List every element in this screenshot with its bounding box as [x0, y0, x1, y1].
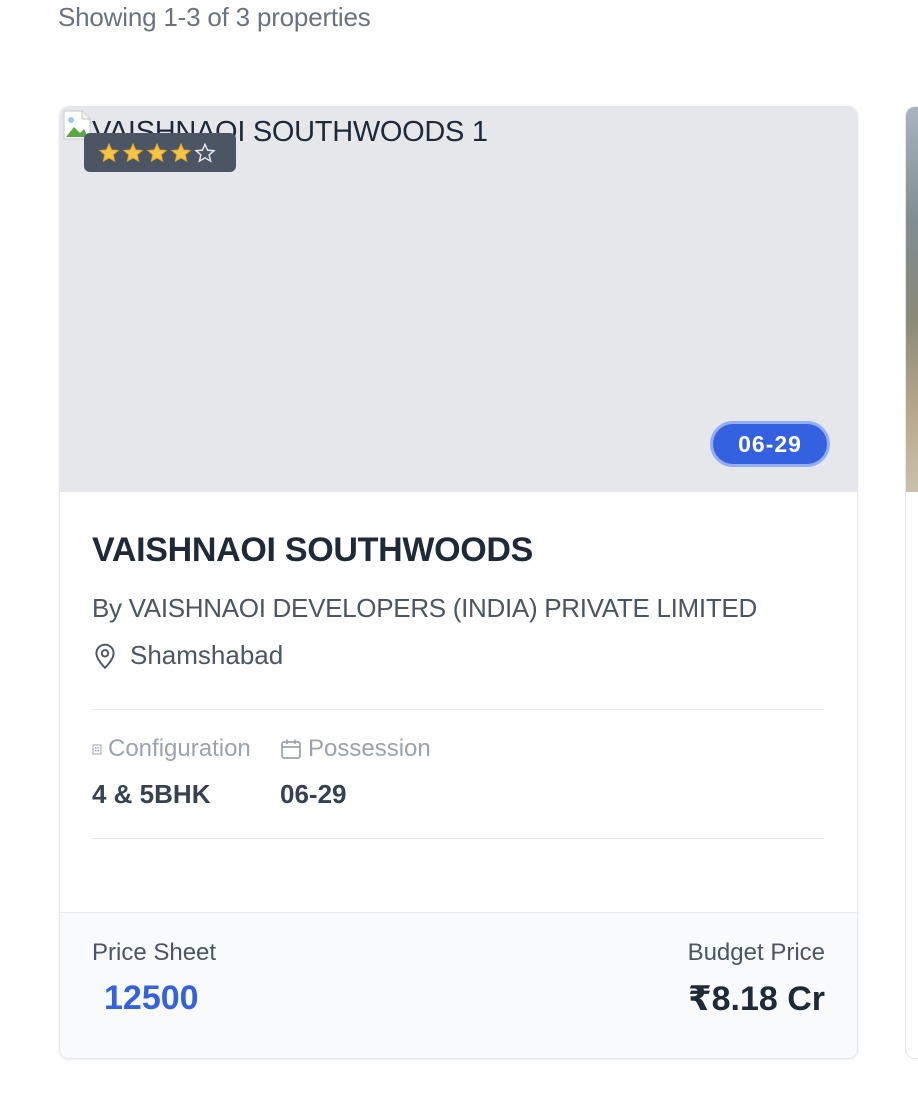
price-sheet-label: Price Sheet [92, 939, 217, 966]
calendar-icon [281, 739, 301, 759]
property-card-next[interactable] [905, 106, 918, 1059]
star-filled-icon [170, 142, 192, 162]
configuration-value: 4 & 5BHK [92, 779, 211, 809]
building-icon [92, 744, 102, 755]
results-count: Showing 1-3 of 3 properties [58, 2, 371, 32]
budget-price-value: ₹8.18 Cr [687, 980, 825, 1018]
configuration-label-group: Configuration [92, 735, 251, 763]
location-text: Shamshabad [130, 640, 284, 670]
developer-name: By VAISHNAOI DEVELOPERS (INDIA) PRIVATE … [92, 593, 757, 623]
budget-price-label: Budget Price [687, 939, 825, 966]
divider [92, 838, 824, 839]
property-title[interactable]: VAISHNAOI SOUTHWOODS [92, 531, 533, 570]
possession-value: 06-29 [280, 779, 347, 809]
rating-badge [84, 133, 236, 172]
property-card[interactable]: VAISHNAOI SOUTHWOODS 1 06-29 VAISHNAOI S… [59, 106, 858, 1059]
divider [92, 709, 824, 710]
map-pin-icon [95, 643, 115, 669]
price-footer: Price Sheet 12500 Budget Price ₹8.18 Cr [60, 912, 857, 1058]
property-listing-page: Showing 1-3 of 3 properties VAISHNAOI SO… [0, 0, 918, 1108]
star-filled-icon [146, 142, 168, 162]
configuration-label: Configuration [108, 735, 251, 762]
star-filled-icon [98, 142, 120, 162]
possession-label-group: Possession [280, 735, 431, 763]
price-sheet-link[interactable]: 12500 [104, 979, 199, 1018]
property-image[interactable] [906, 107, 918, 492]
possession-date-badge: 06-29 [710, 421, 830, 467]
star-empty-icon [194, 141, 216, 163]
property-image[interactable]: VAISHNAOI SOUTHWOODS 1 06-29 [60, 107, 857, 492]
possession-label: Possession [308, 735, 431, 762]
property-location: Shamshabad [92, 640, 283, 671]
star-filled-icon [122, 142, 144, 162]
